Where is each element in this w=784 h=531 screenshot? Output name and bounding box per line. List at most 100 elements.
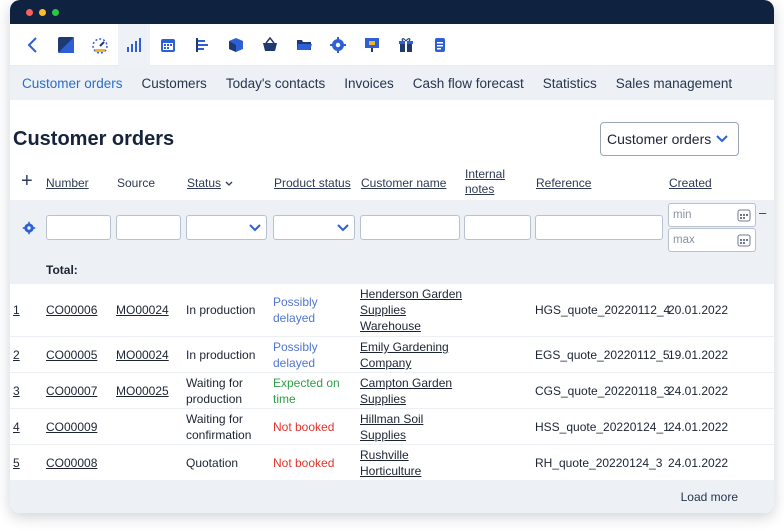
reference: EGS_quote_20220112_5 xyxy=(535,348,670,362)
calendar-module-button[interactable] xyxy=(152,24,184,66)
column-header-source[interactable]: Source xyxy=(117,176,155,190)
reference: HSS_quote_20220124_1 xyxy=(535,420,670,434)
document-icon xyxy=(435,37,445,52)
purchasing-module-button[interactable] xyxy=(254,24,286,66)
customer-orders-icon xyxy=(58,36,74,53)
filter-customer-name-input[interactable] xyxy=(360,215,460,240)
customer-link[interactable]: Emily Gardening Company xyxy=(360,339,464,371)
nav-todays-contacts[interactable]: Today's contacts xyxy=(226,76,325,91)
order-number-link[interactable]: CO00007 xyxy=(46,383,97,399)
column-header-created[interactable]: Created xyxy=(669,176,712,190)
filter-reference-input[interactable] xyxy=(535,215,663,240)
nav-customers[interactable]: Customers xyxy=(142,76,207,91)
nav-sales-management[interactable]: Sales management xyxy=(616,76,732,91)
table-row[interactable]: 5 CO00008 Quotation Not booked Rushville… xyxy=(10,445,774,481)
customer-orders-module-button[interactable] xyxy=(50,24,82,66)
sort-down-icon xyxy=(225,181,233,186)
close-window-button[interactable] xyxy=(26,8,33,16)
created-date: 20.01.2022 xyxy=(668,303,729,317)
order-status: In production xyxy=(186,348,256,362)
section-nav: Customer orders Customers Today's contac… xyxy=(10,66,774,100)
nav-customer-orders[interactable]: Customer orders xyxy=(22,76,123,91)
range-separator: – xyxy=(759,205,767,220)
total-row: Total: xyxy=(10,252,774,284)
table-footer: Load more xyxy=(10,481,774,513)
zoom-window-button[interactable] xyxy=(52,8,59,16)
minimize-window-button[interactable] xyxy=(39,8,46,16)
filter-status-select[interactable] xyxy=(186,215,267,240)
title-bar xyxy=(10,0,774,24)
view-select-value: Customer orders xyxy=(607,131,712,147)
column-header-status[interactable]: Status xyxy=(187,176,233,190)
documents-module-button[interactable] xyxy=(424,24,456,66)
back-icon xyxy=(27,36,37,53)
total-label: Total: xyxy=(46,263,78,277)
nav-invoices[interactable]: Invoices xyxy=(344,76,394,91)
column-header-internal-notes[interactable]: Internal notes xyxy=(465,167,515,197)
filter-created-max-input[interactable]: max xyxy=(668,228,756,252)
nav-statistics[interactable]: Statistics xyxy=(543,76,597,91)
customer-link[interactable]: Rushville Horticulture xyxy=(360,447,464,479)
planning-module-button[interactable] xyxy=(186,24,218,66)
basket-icon xyxy=(263,36,277,51)
back-button[interactable] xyxy=(16,24,48,66)
order-number-link[interactable]: CO00008 xyxy=(46,455,97,471)
calendar-icon xyxy=(161,38,175,52)
product-status: Possibly delayed xyxy=(273,295,318,325)
table-row[interactable]: 2 CO00005 MO00024 In production Possibly… xyxy=(10,337,774,373)
order-number-link[interactable]: CO00005 xyxy=(46,347,97,363)
dashboard-module-button[interactable] xyxy=(84,24,116,66)
files-module-button[interactable] xyxy=(288,24,320,66)
filter-number-input[interactable] xyxy=(46,215,111,240)
planning-icon xyxy=(196,37,208,52)
filter-source-input[interactable] xyxy=(116,215,181,240)
statistics-icon xyxy=(127,37,141,52)
dashboard-icon xyxy=(92,37,108,54)
order-status: Waiting for production xyxy=(186,376,243,406)
load-more-button[interactable]: Load more xyxy=(681,490,738,504)
source-link[interactable]: MO00024 xyxy=(116,302,169,318)
order-number-link[interactable]: CO00009 xyxy=(46,419,97,435)
settings-icon xyxy=(330,36,346,53)
row-index[interactable]: 3 xyxy=(13,383,20,399)
table-row[interactable]: 3 CO00007 MO00025 Waiting for production… xyxy=(10,373,774,409)
column-header-product-status[interactable]: Product status xyxy=(274,176,351,190)
customer-link[interactable]: Campton Garden Supplies xyxy=(360,375,464,407)
calendar-icon xyxy=(737,234,751,247)
source-link[interactable]: MO00025 xyxy=(116,383,169,399)
row-index[interactable]: 1 xyxy=(13,302,20,318)
filter-created-max-placeholder: max xyxy=(673,234,695,246)
product-status: Not booked xyxy=(273,456,335,470)
view-select[interactable]: Customer orders xyxy=(600,122,739,156)
settings-icon xyxy=(22,221,36,235)
column-header-reference[interactable]: Reference xyxy=(536,176,591,190)
table-row[interactable]: 4 CO00009 Waiting for confirmation Not b… xyxy=(10,409,774,445)
order-number-link[interactable]: CO00006 xyxy=(46,302,97,318)
gifts-module-button[interactable] xyxy=(390,24,422,66)
order-status: In production xyxy=(186,303,256,317)
filter-internal-notes-input[interactable] xyxy=(464,215,531,240)
column-header-number[interactable]: Number xyxy=(46,176,89,190)
add-order-button[interactable]: + xyxy=(21,171,33,191)
row-index[interactable]: 4 xyxy=(13,419,20,435)
row-index[interactable]: 5 xyxy=(13,455,20,471)
filter-product-status-select[interactable] xyxy=(273,215,355,240)
table-row[interactable]: 1 CO00006 MO00024 In production Possibly… xyxy=(10,284,774,337)
filter-created-min-input[interactable]: min xyxy=(668,203,756,227)
column-header-customer-name[interactable]: Customer name xyxy=(361,176,446,190)
chevron-down-icon xyxy=(337,224,349,232)
presentation-module-button[interactable] xyxy=(356,24,388,66)
nav-cash-flow-forecast[interactable]: Cash flow forecast xyxy=(413,76,524,91)
inventory-module-button[interactable] xyxy=(220,24,252,66)
calendar-icon xyxy=(737,209,751,222)
statistics-module-button[interactable] xyxy=(118,23,150,66)
reference: RH_quote_20220124_3 xyxy=(535,456,663,470)
customer-link[interactable]: Henderson Garden Supplies Warehouse xyxy=(360,286,464,334)
customer-link[interactable]: Hillman Soil Supplies xyxy=(360,411,464,443)
chevron-down-icon xyxy=(716,135,728,143)
row-index[interactable]: 2 xyxy=(13,347,20,363)
source-link[interactable]: MO00024 xyxy=(116,347,169,363)
settings-module-button[interactable] xyxy=(322,24,354,66)
filter-row: min max – xyxy=(10,200,774,252)
product-status: Not booked xyxy=(273,420,335,434)
